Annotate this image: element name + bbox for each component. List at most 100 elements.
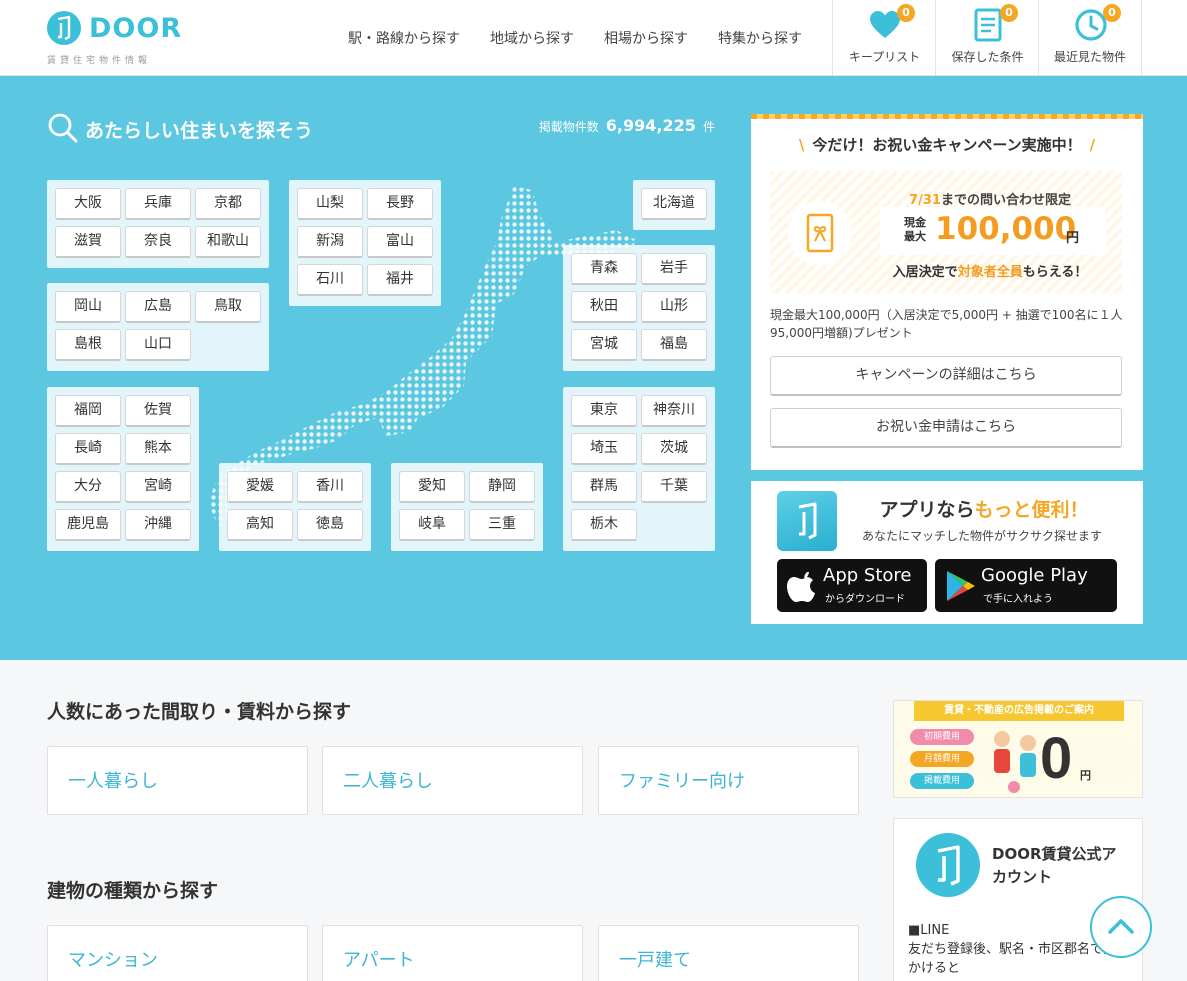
pref-button[interactable]: 群馬 [571,471,637,503]
building-card-apartment[interactable]: アパート [322,925,583,981]
ad-tag: 月額費用 [910,751,974,767]
app-promo-subtitle: あなたにマッチした物件がサクサク探せます [861,529,1102,543]
pref-button[interactable]: 山梨 [297,188,363,220]
app-promo-title: アプリならもっと便利！ [879,499,1089,521]
building-card-mansion[interactable]: マンション [47,925,308,981]
pref-button[interactable]: 長崎 [55,433,121,465]
back-to-top-button[interactable] [1090,896,1152,958]
door-account-logo [916,833,980,897]
site-header: DOOR 賃貸住宅物件情報 駅・路線から探す 地域から探す 相場から探す 特集か… [0,0,1187,76]
pref-button[interactable]: 宮城 [571,329,637,361]
ad-banner[interactable]: 賃貸・不動産の広告掲載のご案内 初期費用 月額費用 掲載費用 0 円 [893,700,1143,798]
card-label: アパート [343,950,415,971]
pref-button[interactable]: 島根 [55,329,121,361]
people-card-single[interactable]: 一人暮らし [47,746,308,815]
campaign-detail-button[interactable]: キャンペーンの詳細はこちら [770,356,1122,396]
campaign-panel: \ 今だけ！お祝い金キャンペーン実施中！/ 7/31までの問い合わせ限定 現金 最大… [751,114,1143,470]
pref-button[interactable]: 広島 [125,291,191,323]
pref-button[interactable]: 静岡 [469,471,535,503]
pref-button[interactable]: 秋田 [571,291,637,323]
door-app-icon [777,491,837,551]
pref-button[interactable]: 大阪 [55,188,121,220]
listing-count-unit: 件 [702,120,715,134]
recently-viewed-label: 最近見た物件 [1053,50,1126,64]
ad-yen: 円 [1080,769,1091,782]
pref-button[interactable]: 富山 [367,226,433,258]
google-play-button[interactable]: Google Play で手に入れよう [935,559,1117,612]
pref-button[interactable]: 千葉 [641,471,707,503]
app-store-button[interactable]: App Store からダウンロード [777,559,927,612]
nav-station[interactable]: 駅・路線から探す [348,28,460,48]
pref-button[interactable]: 愛知 [399,471,465,503]
campaign-offer-box: 7/31までの問い合わせ限定 現金 最大 100,000 円 入居決定で対象者全員… [770,171,1122,293]
saved-conditions-label: 保存した条件 [951,50,1024,64]
door-logo-icon [47,11,81,45]
pref-button[interactable]: 長野 [367,188,433,220]
pref-button[interactable]: 和歌山 [195,226,261,258]
amount-value: 100,000 [935,211,1077,247]
pref-button[interactable]: 岐阜 [399,509,465,541]
saved-conditions-button[interactable]: 0 保存した条件 [935,0,1039,76]
pref-button[interactable]: 鳥取 [195,291,261,323]
pref-button[interactable]: 三重 [469,509,535,541]
nav-price[interactable]: 相場から探す [604,28,688,48]
area-search-title: あたらしい住まいを探そう [85,120,314,142]
nav-area[interactable]: 地域から探す [490,28,574,48]
pref-button[interactable]: 茨城 [641,433,707,465]
ad-banner-title: 賃貸・不動産の広告掲載のご案内 [914,701,1124,721]
logo-subtitle: 賃貸住宅物件情報 [47,56,152,66]
keep-list-badge: 0 [897,4,915,22]
pref-button[interactable]: 宮崎 [125,471,191,503]
pref-button[interactable]: 東京 [571,395,637,427]
building-section-title: 建物の種類から探す [47,880,219,902]
pref-button[interactable]: 愛媛 [227,471,293,503]
campaign-description: 現金最大100,000円（入居決定で5,000円 + 抽選で100名に１人95,… [770,308,1123,340]
pref-button[interactable]: 福岡 [55,395,121,427]
google-play-icon [947,571,975,601]
pref-button[interactable]: 栃木 [571,509,637,541]
recently-viewed-button[interactable]: 0 最近見た物件 [1038,0,1142,76]
campaign-title: \ 今だけ！お祝い金キャンペーン実施中！ / [798,136,1096,154]
pref-button[interactable]: 新潟 [297,226,363,258]
pref-button[interactable]: 青森 [571,253,637,285]
pref-button[interactable]: 奈良 [125,226,191,258]
google-play-sub: で手に入れよう [983,594,1053,605]
campaign-apply-button[interactable]: お祝い金申請はこちら [770,408,1122,448]
pref-button[interactable]: 鹿児島 [55,509,121,541]
pref-button[interactable]: 香川 [297,471,363,503]
people-card-family[interactable]: ファミリー向け [598,746,859,815]
pref-button[interactable]: 沖縄 [125,509,191,541]
pref-button[interactable]: 岩手 [641,253,707,285]
ad-zero: 0 [1040,726,1073,791]
nav-feature[interactable]: 特集から探す [718,28,802,48]
search-icon [48,113,78,143]
region-kanto: 東京 神奈川 埼玉 茨城 群馬 千葉 栃木 [563,387,715,551]
pref-button[interactable]: 京都 [195,188,261,220]
pref-button[interactable]: 福井 [367,264,433,296]
pref-button[interactable]: 徳島 [297,509,363,541]
people-card-couple[interactable]: 二人暮らし [322,746,583,815]
pref-button[interactable]: 山口 [125,329,191,361]
card-label: 一戸建て [619,950,691,971]
region-kyushu: 福岡 佐賀 長崎 熊本 大分 宮崎 鹿児島 沖縄 [47,387,199,551]
listing-count-label: 掲載物件数 [538,120,599,134]
pref-button[interactable]: 福島 [641,329,707,361]
ad-tag: 掲載費用 [910,773,974,789]
pref-button[interactable]: 岡山 [55,291,121,323]
pref-button[interactable]: 神奈川 [641,395,707,427]
pref-button[interactable]: 佐賀 [125,395,191,427]
recently-viewed-badge: 0 [1103,4,1121,22]
door-logo[interactable]: DOOR 賃貸住宅物件情報 [47,11,181,67]
pref-button[interactable]: 滋賀 [55,226,121,258]
pref-button[interactable]: 石川 [297,264,363,296]
pref-button[interactable]: 山形 [641,291,707,323]
building-card-house[interactable]: 一戸建て [598,925,859,981]
keep-list-button[interactable]: 0 キープリスト [832,0,936,76]
google-play-name: Google Play [981,565,1088,586]
pref-button[interactable]: 北海道 [641,188,707,220]
pref-button[interactable]: 兵庫 [125,188,191,220]
pref-button[interactable]: 大分 [55,471,121,503]
pref-button[interactable]: 熊本 [125,433,191,465]
pref-button[interactable]: 高知 [227,509,293,541]
pref-button[interactable]: 埼玉 [571,433,637,465]
